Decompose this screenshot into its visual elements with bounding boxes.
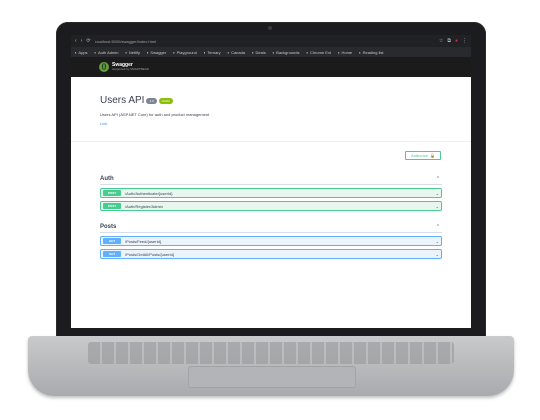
operation-path: /Posts/Feed/{userId} xyxy=(125,238,162,244)
version-badge: 1.0 xyxy=(146,97,157,104)
bookmark-icon: ▪ xyxy=(75,49,77,55)
method-badge: POST xyxy=(103,190,121,196)
bookmarks-bar: ▪ Apps ▪ Auth Admin ▪ Netlify ▪ Swagger ▪ Pla… xyxy=(71,47,471,57)
section-title: Posts xyxy=(100,224,117,230)
brand-sub: supported by SMARTBEAR xyxy=(112,67,149,71)
bookmark-icon: ▪ xyxy=(272,49,275,55)
section-header[interactable]: Auth ⌃ xyxy=(100,174,442,185)
back-icon[interactable]: ‹ xyxy=(75,38,77,44)
bookmark-item[interactable]: ▪ Canada xyxy=(228,50,245,55)
authorize-button[interactable]: Authorize 🔓 xyxy=(405,151,441,160)
method-badge: GET xyxy=(103,238,121,244)
method-badge: POST xyxy=(103,203,121,209)
operation-row[interactable]: GET /Posts/GetAll/Posts/{userId} ⌄ xyxy=(100,249,442,259)
browser-actions: ☆ ⧉ ● ⋮ xyxy=(439,38,467,44)
bookmark-item[interactable]: ▪ Chrome Ext xyxy=(307,50,332,55)
lock-icon: 🔓 xyxy=(429,153,435,158)
bookmark-item[interactable]: ▪ Auth Admin xyxy=(95,50,119,55)
bookmark-icon: ▪ xyxy=(146,49,149,55)
bookmark-icon: ▪ xyxy=(252,49,254,55)
swagger-topbar: {} Swagger supported by SMARTBEAR xyxy=(71,57,471,77)
chevron-up-icon: ⌃ xyxy=(435,224,440,230)
oas-badge: OAS3 xyxy=(158,97,173,104)
bookmark-item[interactable]: ▪ Netlify xyxy=(125,50,140,55)
bookmark-item[interactable]: ▪ Swagger xyxy=(147,50,166,55)
bookmark-icon: ▪ xyxy=(203,49,206,55)
bookmark-icon: ▪ xyxy=(173,49,175,55)
camera-icon xyxy=(268,26,272,30)
operation-row[interactable]: POST /Auth/Authenticate/{userId} ⌄ xyxy=(100,188,442,198)
bookmark-icon: ▪ xyxy=(306,49,308,55)
bookmark-item[interactable]: ▪ Deals xyxy=(252,50,266,55)
url-field[interactable]: localhost:5000/swagger/index.html xyxy=(95,39,435,44)
bookmark-item[interactable]: ▪ Ternary xyxy=(204,50,221,55)
authorize-label: Authorize xyxy=(411,153,428,158)
operation-path: /Auth/Authenticate/{userId} xyxy=(125,190,173,196)
bookmark-icon: ▪ xyxy=(359,49,361,55)
api-description: Users API (ASP.NET Core) for auth and pr… xyxy=(100,112,210,117)
menu-icon[interactable]: ⋮ xyxy=(462,38,467,44)
bookmark-item[interactable]: ▪ Apps xyxy=(75,50,88,55)
section-title: Auth xyxy=(100,176,114,182)
laptop-screen: ‹ › ⟳ localhost:5000/swagger/index.html … xyxy=(71,35,471,328)
browser-address-bar: ‹ › ⟳ localhost:5000/swagger/index.html … xyxy=(71,35,471,47)
operation-row[interactable]: GET /Posts/Feed/{userId} ⌄ xyxy=(100,236,442,246)
chevron-down-icon: ⌄ xyxy=(435,190,439,196)
chevron-down-icon: ⌄ xyxy=(435,203,439,209)
operation-path: /Posts/GetAll/Posts/{userId} xyxy=(125,251,175,257)
chevron-down-icon: ⌄ xyxy=(435,251,439,257)
touchpad xyxy=(188,366,356,388)
api-link[interactable]: Link xyxy=(100,121,107,126)
star-icon[interactable]: ☆ xyxy=(439,38,443,44)
bookmark-icon: ▪ xyxy=(227,49,230,55)
laptop-base xyxy=(28,336,514,396)
chevron-down-icon: ⌄ xyxy=(435,238,439,244)
bookmark-icon: ▪ xyxy=(125,49,127,55)
swagger-brand: Swagger supported by SMARTBEAR xyxy=(112,63,149,71)
operation-row[interactable]: POST /Auth/Register/Admin ⌄ xyxy=(100,201,442,211)
reload-icon[interactable]: ⟳ xyxy=(86,38,90,44)
bookmark-item[interactable]: ▪ Home xyxy=(338,50,352,55)
extension-icon[interactable]: ⧉ xyxy=(447,38,451,44)
divider xyxy=(71,141,471,142)
operation-path: /Auth/Register/Admin xyxy=(125,203,163,209)
bookmark-item[interactable]: ▪ Playground xyxy=(173,50,197,55)
bookmark-icon: ▪ xyxy=(94,49,96,55)
bookmark-item[interactable]: ▪ Backgrounds xyxy=(273,50,300,55)
api-title-row: Users API 1.0 OAS3 xyxy=(100,95,173,106)
swagger-content: Users API 1.0 OAS3 Users API (ASP.NET Co… xyxy=(71,77,471,328)
section-posts: Posts ⌃ GET /Posts/Feed/{userId} ⌄ GET /… xyxy=(100,222,442,259)
bookmark-item[interactable]: ▪ Reading list xyxy=(359,50,383,55)
section-auth: Auth ⌃ POST /Auth/Authenticate/{userId} … xyxy=(100,174,442,211)
section-header[interactable]: Posts ⌃ xyxy=(100,222,442,233)
page-title: Users API xyxy=(100,95,145,106)
chevron-up-icon: ⌃ xyxy=(435,176,440,182)
keyboard xyxy=(88,342,454,364)
bookmark-icon: ▪ xyxy=(338,49,340,55)
method-badge: GET xyxy=(103,251,121,257)
forward-icon[interactable]: › xyxy=(81,38,83,44)
profile-icon[interactable]: ● xyxy=(455,38,458,44)
swagger-logo-icon[interactable]: {} xyxy=(99,62,109,72)
